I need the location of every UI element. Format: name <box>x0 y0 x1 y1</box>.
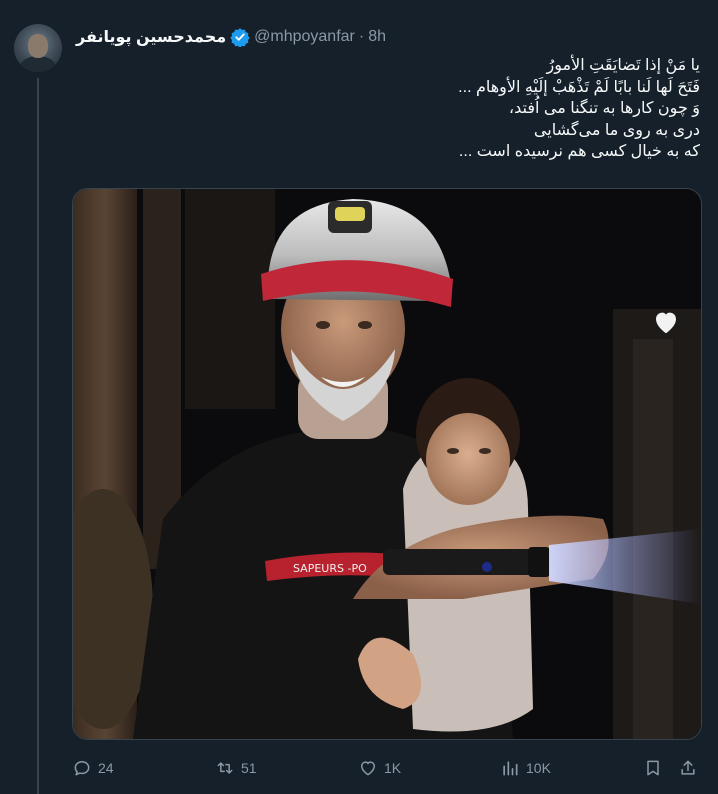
photo-scene: SAPEURS -PO <box>73 189 701 739</box>
like-count: 1K <box>384 760 402 776</box>
user-handle[interactable]: @mhpoyanfar <box>254 28 355 46</box>
verified-badge-icon[interactable] <box>230 27 250 47</box>
repost-button[interactable]: 51 <box>215 756 257 780</box>
tweet-header: محمدحسین پویانفر @mhpoyanfar · 8h <box>76 26 386 48</box>
tweet-line: که به خیال کسی هم نرسیده است ... <box>458 143 700 160</box>
avatar-body <box>20 56 56 72</box>
separator-dot: · <box>358 28 365 45</box>
avatar-face <box>28 34 48 58</box>
views-button[interactable]: 10K <box>500 756 551 780</box>
repost-count: 51 <box>241 760 257 776</box>
reply-button[interactable]: 24 <box>72 756 114 780</box>
tweet-photo[interactable]: SAPEURS -PO <box>72 188 702 740</box>
views-count: 10K <box>526 760 551 776</box>
tweet-line: فَتَحَ لَها لَنا بابًا لَمْ تَذْهَبْ إلَ… <box>458 78 700 96</box>
like-icon <box>361 761 375 776</box>
share-icon <box>681 760 695 775</box>
display-name[interactable]: محمدحسین پویانفر <box>76 27 226 47</box>
tweet-line: وَ چون کارها به تنگنا می اُفتد، <box>508 100 700 117</box>
tweet-line: یا مَنْ إذا تَضایَقَتِ الأمورُ <box>546 57 700 74</box>
tweet-actions: 24 51 1K 10K <box>72 756 700 780</box>
share-button[interactable] <box>678 756 698 780</box>
timestamp[interactable]: 8h <box>368 28 386 46</box>
heart-icon <box>656 312 676 334</box>
bookmark-icon <box>647 760 659 776</box>
uniform-text: SAPEURS -PO <box>293 562 367 575</box>
avatar[interactable] <box>14 24 62 72</box>
reply-icon <box>74 761 90 776</box>
bookmark-button[interactable] <box>643 756 663 780</box>
like-button[interactable]: 1K <box>358 756 401 780</box>
tweet-text: یا مَنْ إذا تَضایَقَتِ الأمورُ فَتَحَ لَ… <box>80 55 700 163</box>
views-icon <box>503 761 518 776</box>
tweet-line: دری به روی ما می‌گشایی <box>533 121 700 139</box>
thread-line <box>37 78 39 794</box>
reply-count: 24 <box>98 760 114 776</box>
repost-icon <box>217 762 233 774</box>
